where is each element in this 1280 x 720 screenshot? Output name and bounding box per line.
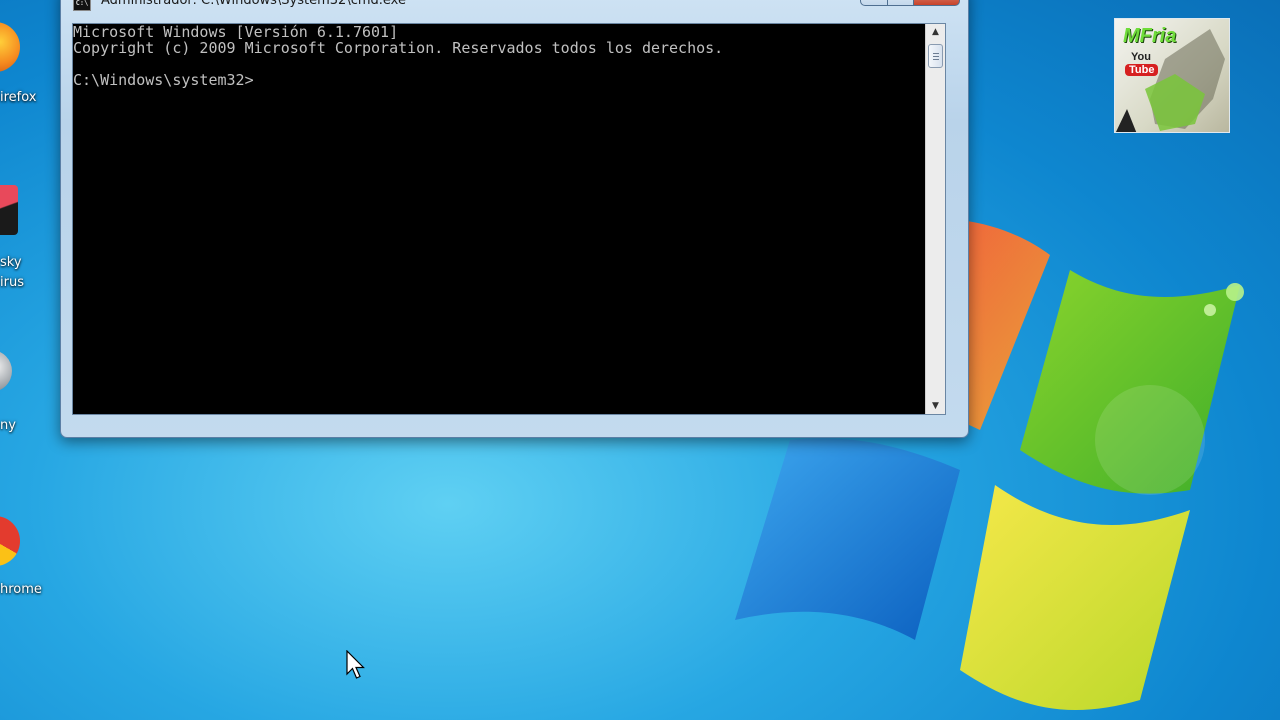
minimize-button[interactable] [860, 0, 888, 6]
logo-blue-pane [735, 438, 960, 640]
app-icon [0, 350, 12, 392]
desktop-icon-label: ny [0, 418, 16, 433]
desktop-icon-label: sky [0, 255, 22, 270]
cmd-window-title: Administrador: C:\Windows\System32\cmd.e… [101, 0, 406, 8]
console-line: Microsoft Windows [Versión 6.1.7601] [73, 24, 399, 41]
close-button[interactable] [914, 0, 960, 6]
firefox-icon [0, 22, 20, 72]
desktop-icon-label: irefox [0, 90, 37, 105]
console-prompt: C:\Windows\system32> [73, 71, 254, 89]
mouse-pointer-icon [346, 650, 365, 679]
vertical-scrollbar[interactable]: ▲ ▼ [925, 24, 945, 414]
scroll-down-arrow-icon[interactable]: ▼ [926, 398, 945, 414]
desktop-icon-label: hrome [0, 582, 42, 597]
badge-brand: MFria [1123, 25, 1177, 47]
console-area[interactable]: Microsoft Windows [Versión 6.1.7601] Cop… [72, 23, 946, 415]
chrome-icon [0, 516, 20, 566]
channel-badge: MFria You Tube [1114, 18, 1230, 133]
scroll-up-arrow-icon[interactable]: ▲ [926, 24, 945, 40]
kaspersky-icon [0, 185, 18, 235]
console-line: Copyright (c) 2009 Microsoft Corporation… [73, 39, 724, 57]
cmd-window[interactable]: C:\ Administrador: C:\Windows\System32\c… [60, 0, 969, 438]
desktop-icon-label: irus [0, 275, 24, 290]
badge-you-text: You [1131, 51, 1151, 63]
caption-buttons [860, 0, 960, 6]
console-text[interactable]: Microsoft Windows [Versión 6.1.7601] Cop… [73, 24, 935, 414]
logo-yellow-pane [960, 485, 1190, 710]
badge-tube-text: Tube [1125, 64, 1159, 76]
scroll-thumb[interactable] [928, 44, 943, 68]
cmd-app-icon[interactable]: C:\ [73, 0, 91, 11]
cmd-titlebar[interactable]: C:\ Administrador: C:\Windows\System32\c… [61, 0, 968, 17]
maximize-button[interactable] [888, 0, 914, 6]
